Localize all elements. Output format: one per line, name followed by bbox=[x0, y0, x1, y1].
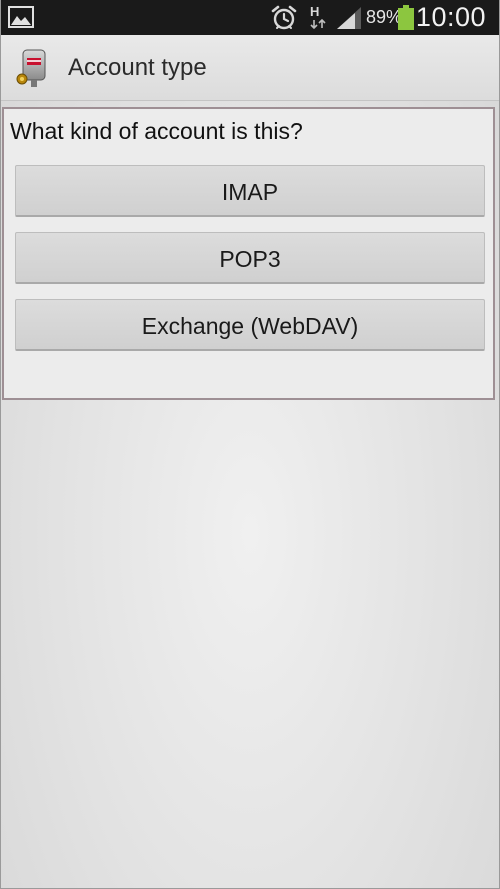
battery-icon bbox=[398, 5, 414, 30]
network-type-icon: H bbox=[310, 4, 326, 30]
battery-percentage: 89% bbox=[366, 7, 403, 27]
status-bar: H 89% 10:00 bbox=[0, 0, 500, 35]
network-type-label: H bbox=[310, 4, 319, 19]
mail-app-icon bbox=[16, 49, 46, 87]
alarm-clock-icon bbox=[271, 5, 297, 30]
gallery-icon bbox=[8, 6, 34, 28]
account-type-question: What kind of account is this? bbox=[10, 118, 303, 144]
account-type-dialog: What kind of account is this? IMAP POP3 … bbox=[2, 107, 495, 400]
pop3-button[interactable]: POP3 bbox=[15, 232, 485, 284]
imap-button[interactable]: IMAP bbox=[15, 165, 485, 217]
exchange-webdav-button[interactable]: Exchange (WebDAV) bbox=[15, 299, 485, 351]
signal-strength-icon bbox=[337, 7, 361, 29]
page-title: Account type bbox=[68, 54, 207, 81]
app-header: Account type bbox=[0, 35, 500, 101]
status-clock: 10:00 bbox=[415, 2, 486, 32]
